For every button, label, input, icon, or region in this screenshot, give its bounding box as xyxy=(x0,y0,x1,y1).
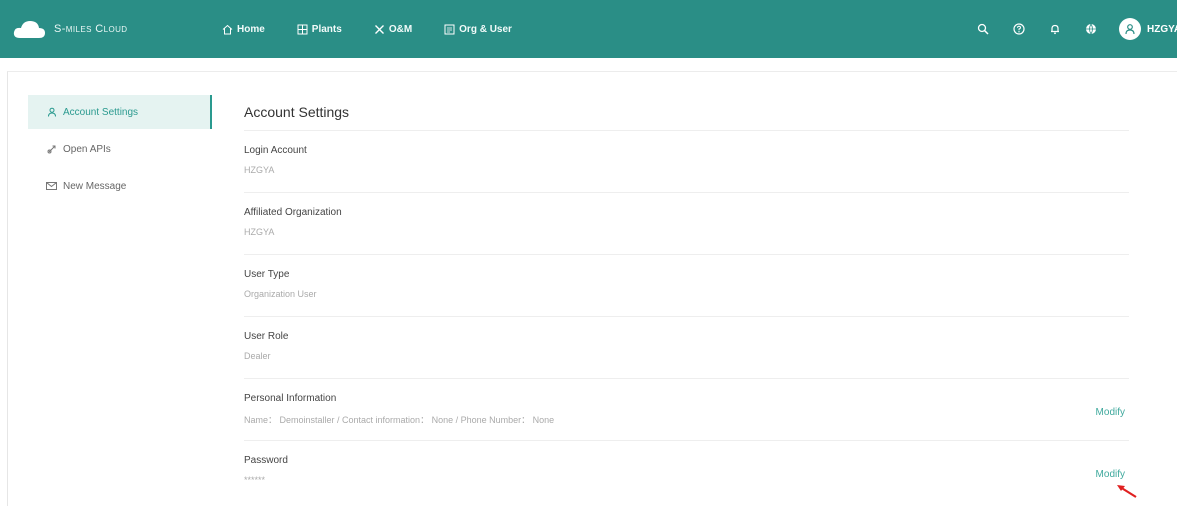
settings-row-affiliated-organization: Affiliated Organization HZGYA xyxy=(244,193,1129,255)
help-icon[interactable] xyxy=(1011,21,1027,37)
sidebar-item-label: Account Settings xyxy=(63,106,139,118)
modify-personal-info-button[interactable]: Modify xyxy=(1096,407,1125,418)
nav-plants[interactable]: Plants xyxy=(297,24,342,35)
nav-home-label: Home xyxy=(237,23,265,35)
cloud-logo-icon xyxy=(12,18,46,40)
user-menu[interactable]: HZGYA xyxy=(1119,18,1177,40)
mail-icon xyxy=(46,181,57,192)
org-icon xyxy=(444,24,455,35)
row-label: Personal Information xyxy=(244,393,337,404)
settings-row-user-role: User Role Dealer xyxy=(244,317,1129,379)
row-label: User Role xyxy=(244,331,289,342)
username: HZGYA xyxy=(1147,23,1177,35)
settings-row-login-account: Login Account HZGYA xyxy=(244,131,1129,193)
nav-plants-label: Plants xyxy=(311,23,342,35)
brand-name: S-miles Cloud xyxy=(54,23,128,35)
sidebar-item-new-message[interactable]: New Message xyxy=(28,169,212,203)
sidebar-item-open-apis[interactable]: Open APIs xyxy=(28,132,212,166)
row-label: Affiliated Organization xyxy=(244,207,342,218)
row-value: Name： Demoinstaller / Contact informatio… xyxy=(244,415,555,425)
row-label: Password xyxy=(244,455,288,466)
search-icon[interactable] xyxy=(975,21,991,37)
row-value: HZGYA xyxy=(244,165,275,175)
tools-icon xyxy=(374,24,385,35)
sidebar-item-account-settings[interactable]: Account Settings xyxy=(28,95,212,129)
header-actions: HZGYA xyxy=(975,0,1177,58)
home-icon xyxy=(222,24,233,35)
nav-org-user-label: Org & User xyxy=(459,23,512,35)
brand-logo[interactable]: S-miles Cloud xyxy=(12,18,202,40)
row-label: User Type xyxy=(244,269,290,280)
annotation-arrow-icon xyxy=(1116,483,1138,504)
nav-home[interactable]: Home xyxy=(222,24,265,35)
row-value: Organization User xyxy=(244,289,317,299)
settings-row-password: Password ****** Modify xyxy=(244,441,1129,503)
globe-icon[interactable] xyxy=(1083,21,1099,37)
row-value: HZGYA xyxy=(244,227,275,237)
nav-org-user[interactable]: Org & User xyxy=(444,24,512,35)
sidebar-item-label: Open APIs xyxy=(63,143,111,155)
plants-icon xyxy=(297,24,308,35)
modify-password-button[interactable]: Modify xyxy=(1096,469,1125,480)
main-nav: Home Plants O&M Org & User xyxy=(222,24,544,35)
user-icon xyxy=(46,107,57,118)
account-settings-panel: Account Settings Login Account HZGYA Aff… xyxy=(244,95,1129,503)
nav-om[interactable]: O&M xyxy=(374,24,412,35)
avatar xyxy=(1119,18,1141,40)
row-value: Dealer xyxy=(244,351,271,361)
row-value: ****** xyxy=(244,475,266,485)
settings-row-user-type: User Type Organization User xyxy=(244,255,1129,317)
row-label: Login Account xyxy=(244,145,307,156)
page-title: Account Settings xyxy=(244,95,1129,131)
link-icon xyxy=(46,144,57,155)
top-nav-bar: S-miles Cloud Home Plants O&M Org & User xyxy=(0,0,1177,58)
sidebar-item-label: New Message xyxy=(63,180,127,192)
bell-icon[interactable] xyxy=(1047,21,1063,37)
settings-sidebar: Account Settings Open APIs New Message xyxy=(28,95,212,206)
settings-row-personal-information: Personal Information Name： Demoinstaller… xyxy=(244,379,1129,441)
nav-om-label: O&M xyxy=(388,23,413,35)
